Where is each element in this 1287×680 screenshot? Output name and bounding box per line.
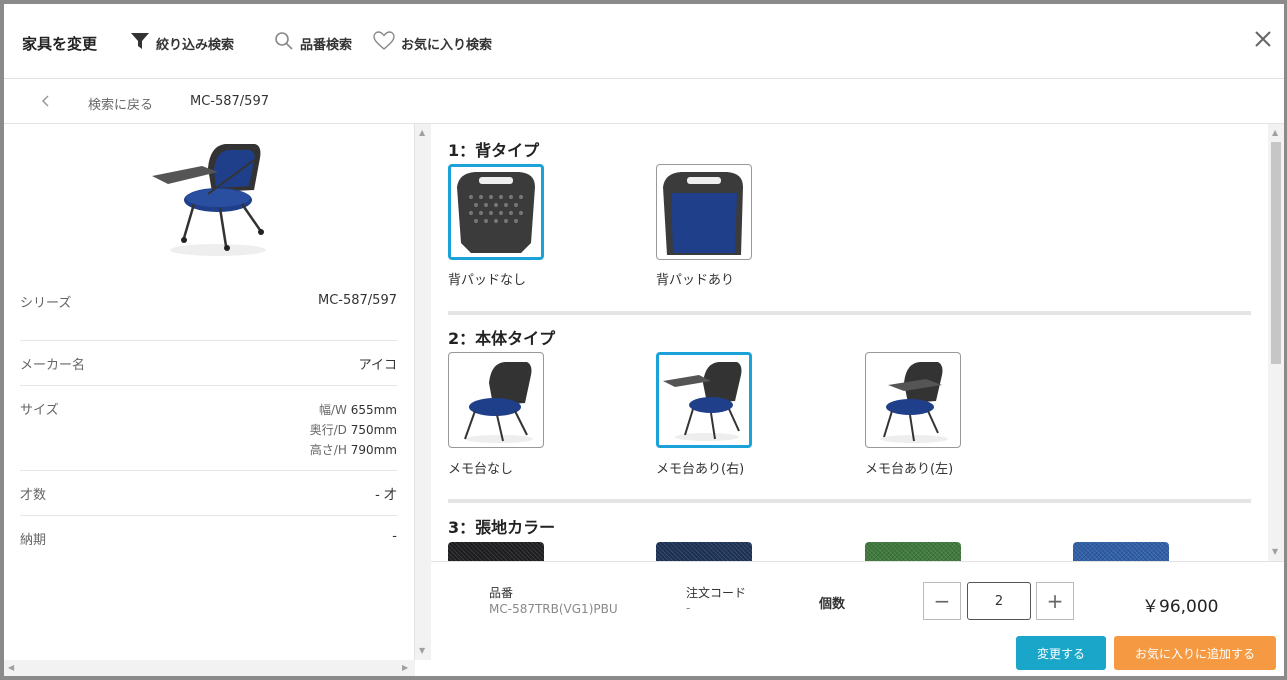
- section-title-back-type: 1：背タイプ: [448, 141, 540, 160]
- option-label: メモ台なし: [448, 462, 514, 477]
- filter-search-label: 絞り込み検索: [156, 37, 235, 53]
- product-image: [150, 138, 280, 258]
- quantity-increase-button[interactable]: +: [1036, 582, 1074, 620]
- scroll-right-icon[interactable]: ▶: [402, 663, 408, 672]
- product-detail-panel: シリーズ MC-587/597 メーカー名 アイコ サイズ 幅/W 655mm …: [4, 124, 415, 676]
- spec-value: MC-587/597: [318, 293, 397, 308]
- fabric-swatch[interactable]: [1073, 542, 1169, 561]
- dialog-title: 家具を変更: [22, 35, 98, 53]
- scroll-down-icon[interactable]: ▼: [1272, 547, 1278, 556]
- width-value: 655mm: [350, 403, 397, 417]
- option-memo-table-left[interactable]: [865, 352, 961, 448]
- code-search-label: 品番検索: [300, 37, 353, 53]
- scrollbar-thumb[interactable]: [1271, 142, 1281, 364]
- option-memo-table-right[interactable]: [656, 352, 752, 448]
- spec-value: - 才: [375, 488, 397, 503]
- breadcrumb-current: MC-587/597: [190, 94, 269, 109]
- height-value: 790mm: [350, 443, 397, 457]
- section-title-fabric-color: 3：張地カラー: [448, 518, 556, 537]
- chevron-left-icon[interactable]: [40, 93, 52, 113]
- spec-row-delivery: 納期 -: [20, 515, 397, 560]
- change-furniture-dialog: 家具を変更 絞り込み検索 品番検索 お気に入り検索 検索に戻る MC-587/5…: [4, 4, 1284, 676]
- change-button[interactable]: 変更する: [1016, 636, 1106, 670]
- spec-value: -: [392, 529, 397, 544]
- plus-icon: +: [1046, 589, 1064, 613]
- left-horizontal-scrollbar[interactable]: ◀ ▶: [4, 660, 415, 676]
- option-label: 背パッドあり: [656, 273, 735, 288]
- quantity-input[interactable]: [967, 582, 1031, 620]
- filter-search-button[interactable]: 絞り込み検索: [130, 31, 234, 55]
- filter-icon: [130, 31, 156, 55]
- spec-label: メーカー名: [20, 358, 86, 373]
- spec-label: 納期: [20, 533, 47, 548]
- favorite-search-label: お気に入り検索: [401, 37, 493, 53]
- search-icon: [274, 31, 300, 55]
- depth-label: 奥行/D: [309, 423, 347, 437]
- section-divider: [448, 311, 1251, 315]
- close-button[interactable]: [1254, 30, 1272, 52]
- scroll-up-icon[interactable]: ▲: [419, 128, 425, 137]
- spec-row-series: シリーズ MC-587/597: [20, 282, 397, 342]
- width-label: 幅/W: [318, 403, 347, 417]
- spec-label: 才数: [20, 488, 47, 503]
- spec-label: シリーズ: [20, 296, 72, 311]
- spec-row-volume: 才数 - 才: [20, 470, 397, 515]
- option-back-no-pad[interactable]: [448, 164, 544, 260]
- heart-icon: [373, 31, 401, 55]
- breadcrumb: 検索に戻る MC-587/597: [4, 79, 1284, 124]
- favorite-search-button[interactable]: お気に入り検索: [373, 31, 492, 55]
- depth-value: 750mm: [350, 423, 397, 437]
- back-to-search-link[interactable]: 検索に戻る: [88, 94, 153, 113]
- order-footer: 品番 MC-587TRB(VG1)PBU 注文コード - 個数 − + ￥96,…: [431, 561, 1284, 676]
- price: ￥96,000: [1142, 597, 1219, 617]
- options-panel: 1：背タイプ 背パッドなし 背パッドあり 2：本体タイプ メモ台なし メモ台あり…: [431, 124, 1268, 561]
- code-value: MC-587TRB(VG1)PBU: [489, 602, 618, 616]
- spec-value: アイコ: [358, 358, 397, 373]
- scroll-down-icon[interactable]: ▼: [419, 646, 425, 655]
- spec-row-size: サイズ 幅/W 655mm 奥行/D 750mm 高さ/H 790mm: [20, 385, 397, 470]
- code-label: 品番: [489, 586, 514, 600]
- fabric-swatch[interactable]: [865, 542, 961, 561]
- option-back-with-pad[interactable]: [656, 164, 752, 260]
- option-label: メモ台あり(右): [656, 462, 745, 477]
- minus-icon: −: [933, 589, 951, 613]
- scroll-up-icon[interactable]: ▲: [1272, 128, 1278, 137]
- close-icon: [1254, 31, 1272, 52]
- add-favorite-button[interactable]: お気に入りに追加する: [1114, 636, 1276, 670]
- fabric-swatch[interactable]: [448, 542, 544, 561]
- order-code-value: -: [686, 601, 691, 615]
- scroll-left-icon[interactable]: ◀: [8, 663, 14, 672]
- option-no-memo-table[interactable]: [448, 352, 544, 448]
- spec-label: サイズ: [20, 403, 59, 418]
- fabric-swatch[interactable]: [656, 542, 752, 561]
- order-code-label: 注文コード: [686, 586, 747, 600]
- quantity-decrease-button[interactable]: −: [923, 582, 961, 620]
- left-vertical-scrollbar[interactable]: ▲ ▼: [415, 124, 431, 660]
- section-divider: [448, 499, 1251, 503]
- quantity-label: 個数: [819, 597, 846, 612]
- dialog-header: 家具を変更 絞り込み検索 品番検索 お気に入り検索: [4, 4, 1284, 79]
- option-label: 背パッドなし: [448, 273, 527, 288]
- options-scrollbar[interactable]: ▲ ▼: [1268, 124, 1284, 561]
- size-values: 幅/W 655mm 奥行/D 750mm 高さ/H 790mm: [310, 400, 397, 460]
- option-label: メモ台あり(左): [865, 462, 954, 477]
- section-title-body-type: 2：本体タイプ: [448, 329, 556, 348]
- height-label: 高さ/H: [309, 443, 347, 457]
- spec-row-maker: メーカー名 アイコ: [20, 340, 397, 385]
- code-search-button[interactable]: 品番検索: [274, 31, 352, 55]
